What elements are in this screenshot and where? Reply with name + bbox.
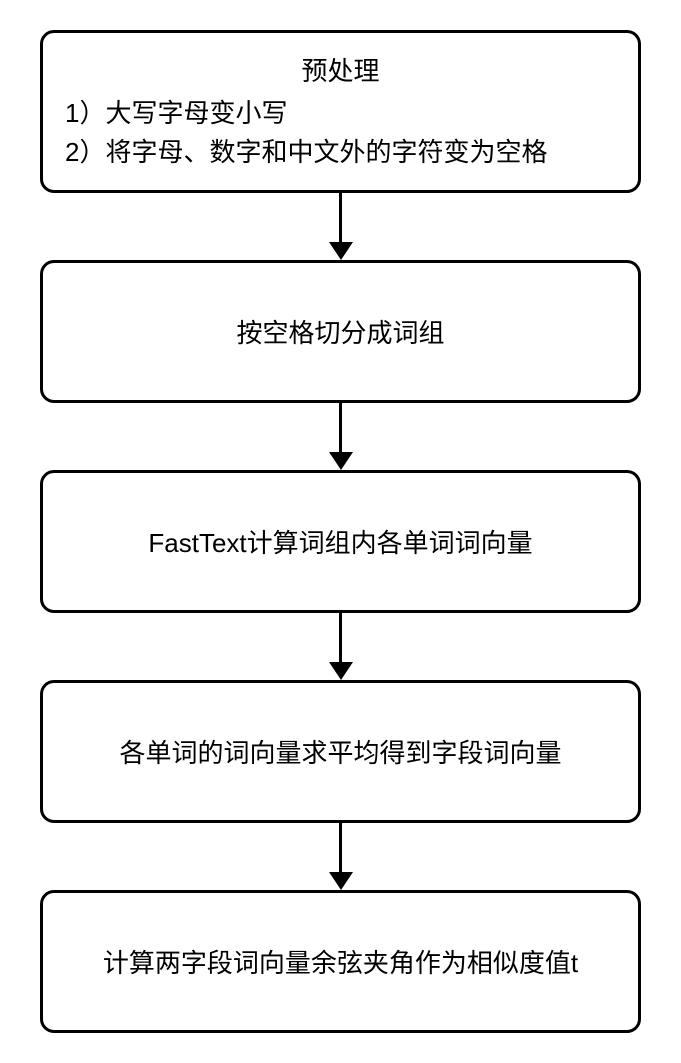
flowchart-step-4: 各单词的词向量求平均得到字段词向量 xyxy=(40,680,641,823)
step-line-2: 2）将字母、数字和中文外的字符变为空格 xyxy=(65,133,616,172)
flowchart-step-1: 预处理 1）大写字母变小写 2）将字母、数字和中文外的字符变为空格 xyxy=(40,30,641,193)
arrow-icon xyxy=(329,403,353,470)
arrow-icon xyxy=(329,193,353,260)
flowchart-step-5: 计算两字段词向量余弦夹角作为相似度值t xyxy=(40,890,641,1033)
arrow-icon xyxy=(329,823,353,890)
step-text: FastText计算词组内各单词词向量 xyxy=(65,513,616,570)
step-title: 预处理 xyxy=(65,51,616,88)
step-text: 按空格切分成词组 xyxy=(65,303,616,360)
flowchart-step-2: 按空格切分成词组 xyxy=(40,260,641,403)
step-text: 各单词的词向量求平均得到字段词向量 xyxy=(65,723,616,780)
step-line-1: 1）大写字母变小写 xyxy=(65,94,616,133)
arrow-icon xyxy=(329,613,353,680)
flowchart-step-3: FastText计算词组内各单词词向量 xyxy=(40,470,641,613)
step-text: 计算两字段词向量余弦夹角作为相似度值t xyxy=(65,933,616,990)
flowchart-container: 预处理 1）大写字母变小写 2）将字母、数字和中文外的字符变为空格 按空格切分成… xyxy=(40,30,641,1033)
